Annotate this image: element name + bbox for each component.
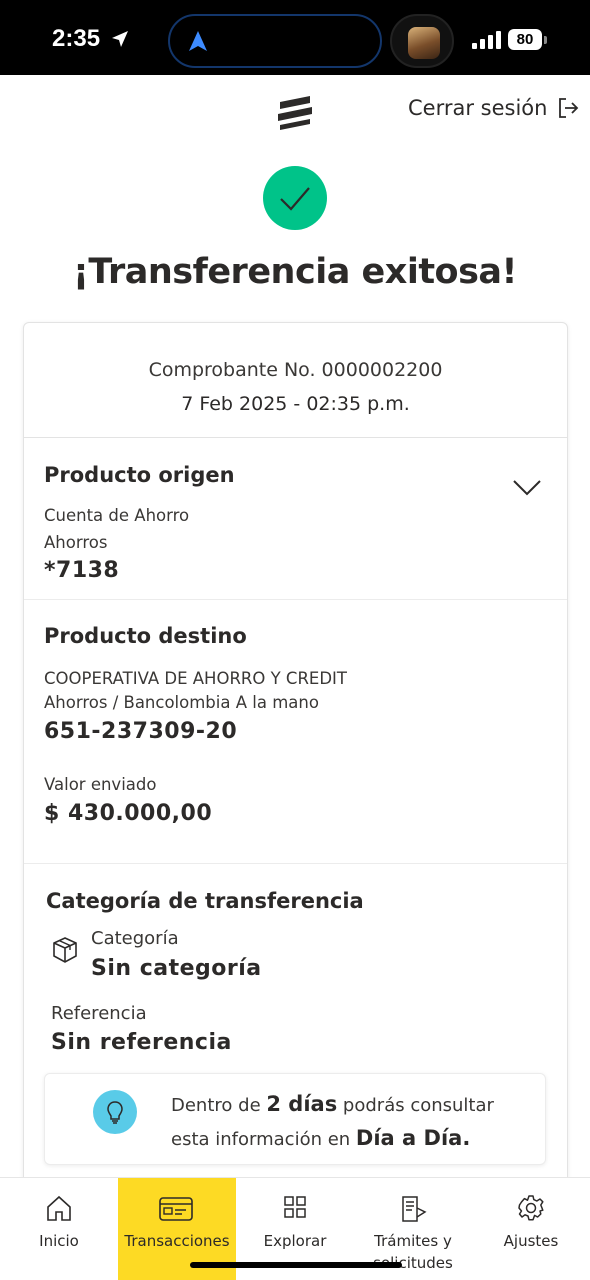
- transfer-receipt-card: Comprobante No. 0000002200 7 Feb 2025 - …: [23, 322, 568, 1202]
- logout-button[interactable]: Cerrar sesión: [408, 96, 579, 120]
- status-bar: 2:35 80: [0, 0, 590, 75]
- origin-title: Producto origen: [44, 463, 235, 487]
- nav-label-transacciones: Transacciones: [124, 1232, 230, 1250]
- origin-product-section[interactable]: Producto origen Cuenta de Ahorro Ahorros…: [24, 438, 567, 600]
- reference-value: Sin referencia: [51, 1030, 232, 1055]
- battery-tip: [544, 36, 547, 44]
- receipt-number: Comprobante No. 0000002200: [148, 359, 443, 381]
- info-notice: Dentro de 2 días podrás consultar esta i…: [44, 1073, 546, 1165]
- nav-item-ajustes[interactable]: Ajustes: [472, 1178, 590, 1280]
- logout-icon: [559, 98, 579, 118]
- category-value: Sin categoría: [91, 956, 262, 981]
- receipt-header: Comprobante No. 0000002200 7 Feb 2025 - …: [24, 323, 567, 438]
- destination-detail: Ahorros / Bancolombia A la mano: [44, 693, 319, 712]
- location-arrow-icon: [112, 31, 128, 47]
- logout-label: Cerrar sesión: [408, 96, 548, 120]
- album-art-image: [408, 27, 440, 59]
- document-icon: [402, 1196, 427, 1222]
- nav-label-ajustes: Ajustes: [503, 1232, 559, 1250]
- receipt-date: 7 Feb 2025 - 02:35 p.m.: [181, 393, 410, 415]
- origin-account-number: *7138: [44, 558, 120, 583]
- nav-label-inicio: Inicio: [39, 1232, 79, 1250]
- origin-account-kind: Ahorros: [44, 533, 108, 552]
- grid-icon: [284, 1196, 306, 1218]
- destination-product-section: Producto destino COOPERATIVA DE AHORRO Y…: [24, 600, 567, 864]
- destination-title: Producto destino: [44, 624, 247, 648]
- checkmark-icon: [280, 187, 310, 211]
- signal-icon: [472, 31, 501, 49]
- destination-account-number: 651-237309-20: [44, 719, 238, 744]
- origin-account-type: Cuenta de Ahorro: [44, 506, 190, 525]
- bancolombia-logo-icon: [278, 96, 312, 130]
- category-title: Categoría de transferencia: [46, 889, 364, 913]
- category-label: Categoría: [91, 928, 179, 949]
- reference-label: Referencia: [51, 1003, 147, 1024]
- status-time: 2:35: [52, 25, 101, 52]
- success-badge: [263, 166, 327, 230]
- package-icon: [53, 937, 77, 963]
- lightbulb-icon: [93, 1090, 137, 1134]
- nav-label-explorar: Explorar: [263, 1232, 327, 1250]
- info-text: Dentro de 2 días podrás consultar esta i…: [171, 1092, 494, 1150]
- home-indicator[interactable]: [190, 1262, 402, 1268]
- page-title: ¡Transferencia exitosa!: [72, 252, 518, 292]
- transfer-category-section: Categoría de transferencia Categoría Sin…: [24, 864, 567, 1203]
- home-icon: [47, 1195, 71, 1221]
- nav-item-inicio[interactable]: Inicio: [0, 1178, 118, 1280]
- amount-label: Valor enviado: [44, 775, 157, 794]
- media-thumbnail[interactable]: [390, 14, 454, 68]
- chevron-down-icon[interactable]: [512, 478, 542, 498]
- gear-icon: [518, 1195, 544, 1221]
- destination-name: COOPERATIVA DE AHORRO Y CREDIT: [44, 669, 347, 688]
- card-icon: [159, 1197, 193, 1221]
- battery-indicator: 80: [508, 29, 542, 50]
- dynamic-island[interactable]: [168, 14, 382, 68]
- navigation-arrow-icon: [189, 31, 207, 51]
- amount-value: $ 430.000,00: [44, 801, 213, 826]
